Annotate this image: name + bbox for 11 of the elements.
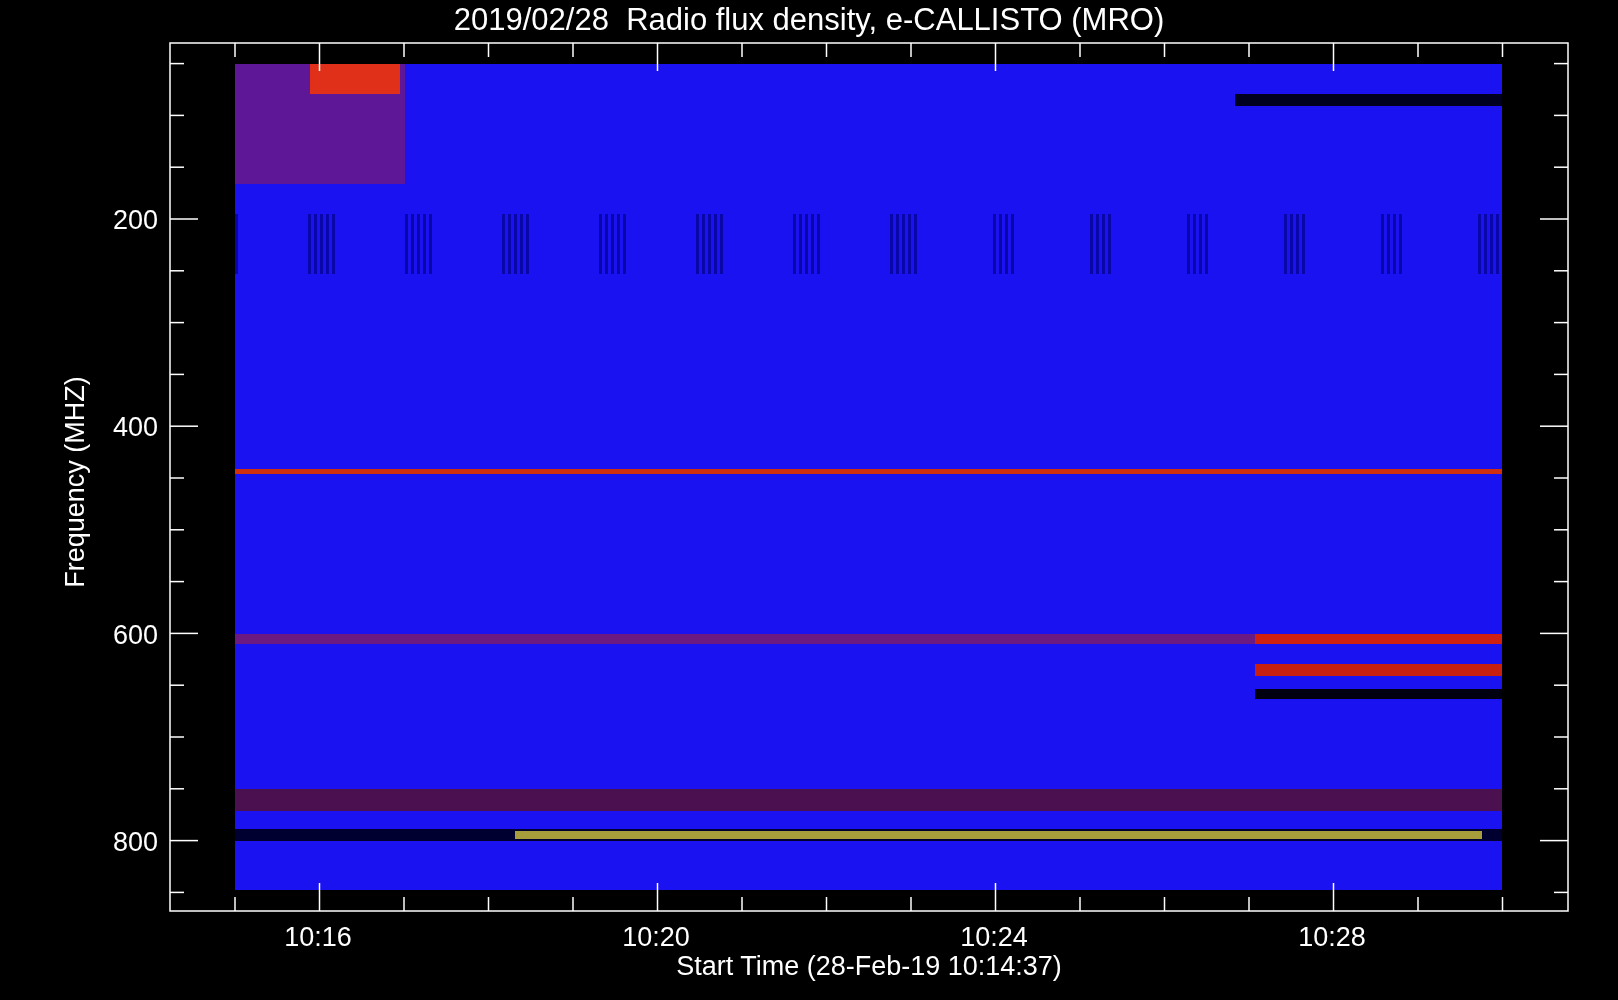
y-tick-label: 600 xyxy=(112,619,158,650)
x-tick-label: 10:28 xyxy=(1298,922,1366,952)
y-axis-title: Frequency (MHZ) xyxy=(60,376,90,588)
x-axis-title: Start Time (28-Feb-19 10:14:37) xyxy=(676,951,1062,981)
chart-title: 2019/02/28 Radio flux density, e-CALLISTO (MRO) xyxy=(453,2,1165,37)
y-tick-label: 800 xyxy=(112,826,158,857)
y-tick-label: 200 xyxy=(112,205,158,235)
x-tick-label: 10:24 xyxy=(960,922,1028,952)
y-tick-label: 400 xyxy=(112,412,158,443)
x-tick-label: 10:16 xyxy=(284,922,352,952)
x-tick-label: 10:20 xyxy=(622,922,690,952)
